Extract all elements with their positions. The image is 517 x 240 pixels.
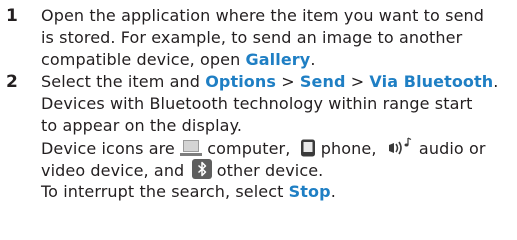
step-2-line-4: Device icons are computer, phone, audio … — [41, 137, 486, 159]
step-2-line-3: to appear on the display. — [41, 116, 243, 135]
text: . — [310, 50, 316, 69]
gallery-link: Gallery — [245, 50, 311, 69]
step-2-line-1: Select the item and Options > Send > Via… — [41, 71, 498, 93]
text: Select the item and — [41, 72, 206, 91]
stop-option-label: Stop — [288, 182, 331, 201]
separator: > — [276, 72, 300, 91]
step-1-line-1: Open the application where the item you … — [41, 6, 485, 25]
text: Device icons are — [41, 139, 181, 158]
text: compatible device, open — [41, 50, 246, 69]
send-menu-label: Send — [299, 72, 346, 91]
step-1-line-2: is stored. For example, to send an image… — [41, 28, 463, 47]
step-2-line-2: Devices with Bluetooth technology within… — [41, 94, 473, 113]
step-1-line-3: compatible device, open Gallery. — [41, 49, 316, 71]
separator: > — [345, 72, 370, 91]
step-2-line-6: To interrupt the search, select Stop. — [41, 181, 336, 203]
step-number: 1 — [6, 6, 18, 26]
text: audio or — [413, 139, 486, 158]
via-bluetooth-menu-label: Via Bluetooth — [369, 72, 494, 91]
audio-device-icon — [386, 137, 414, 163]
text: To interrupt the search, select — [41, 182, 289, 201]
options-menu-label: Options — [205, 72, 277, 91]
text: computer, — [202, 139, 291, 158]
text: phone, — [315, 139, 377, 158]
text: video device, and — [41, 161, 190, 180]
text: . — [330, 182, 336, 201]
text: . — [493, 72, 499, 91]
text: other device. — [211, 161, 324, 180]
step-number: 2 — [6, 72, 18, 92]
step-2-line-5: video device, and other device. — [41, 159, 323, 181]
